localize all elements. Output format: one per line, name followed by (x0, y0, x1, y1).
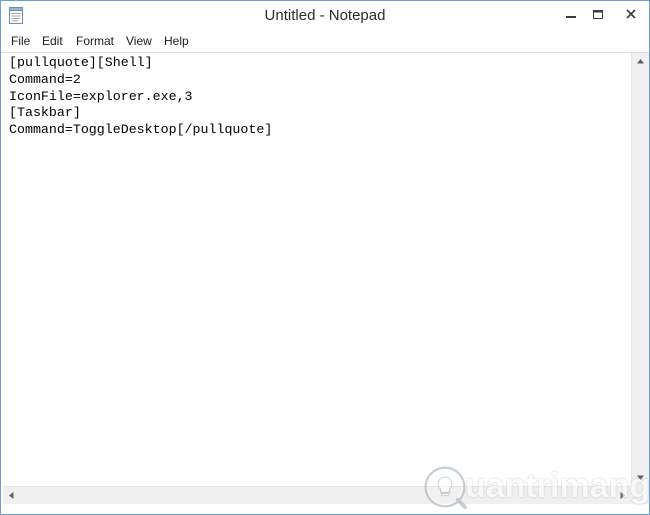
notepad-window: Untitled - Notepad File Edit Format View… (0, 0, 650, 515)
menu-view[interactable]: View (125, 34, 153, 48)
editor-content[interactable]: [pullquote][Shell] Command=2 IconFile=expl… (9, 55, 272, 139)
watermark-text: uantrimang (465, 467, 650, 505)
minimize-icon (566, 16, 576, 18)
text-editor[interactable]: [pullquote][Shell] Command=2 IconFile=expl… (3, 53, 630, 486)
maximize-button[interactable] (585, 1, 611, 31)
editor-line: [pullquote][Shell] (9, 55, 153, 70)
menu-bar: File Edit Format View Help (1, 31, 649, 53)
vertical-scrollbar[interactable] (631, 53, 649, 486)
minimize-button[interactable] (558, 1, 584, 31)
menu-format[interactable]: Format (75, 34, 115, 48)
watermark: uantrimang (421, 463, 650, 513)
scroll-left-arrow-icon (9, 492, 14, 499)
notepad-icon[interactable] (9, 7, 23, 24)
close-icon (626, 9, 636, 19)
quantrimang-logo-icon (424, 466, 467, 509)
scroll-up-button[interactable] (632, 53, 649, 70)
menu-help[interactable]: Help (163, 34, 190, 48)
scroll-left-button[interactable] (3, 487, 20, 504)
title-bar[interactable]: Untitled - Notepad (1, 1, 649, 31)
menu-file[interactable]: File (10, 34, 31, 48)
window-title: Untitled - Notepad (264, 7, 386, 24)
editor-line: IconFile=explorer.exe,3 (9, 88, 193, 104)
editor-line: Command=ToggleDesktop[/pullquote] (9, 122, 273, 138)
maximize-icon (593, 10, 603, 19)
editor-line: Command=2 (9, 71, 81, 87)
close-button[interactable] (613, 1, 649, 31)
scroll-up-arrow-icon (637, 59, 644, 64)
editor-line: [Taskbar] (9, 105, 81, 121)
menu-edit[interactable]: Edit (41, 34, 64, 48)
